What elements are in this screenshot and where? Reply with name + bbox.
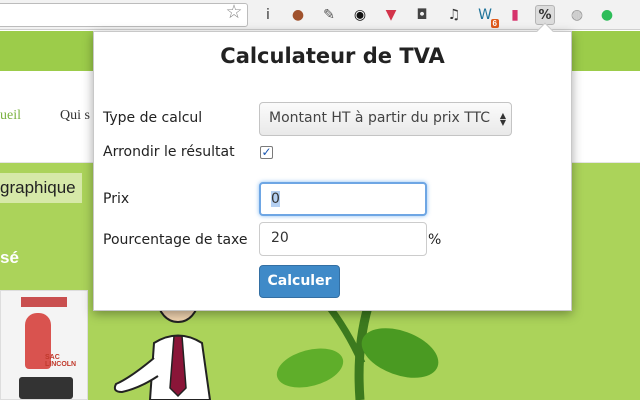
cookie-icon[interactable]: ● (288, 5, 308, 25)
pocket-icon[interactable]: ▼ (381, 5, 401, 25)
globe-icon[interactable]: ◍ (567, 5, 587, 25)
eye-glyph: ◉ (353, 7, 367, 23)
color-picker-icon[interactable]: ✎ (319, 5, 339, 25)
vat-calculator-popup: Calculateur de TVA Type de calcul Montan… (93, 31, 572, 311)
thumbnail-bag (19, 377, 73, 399)
info-glyph: i (266, 7, 270, 23)
nav-link-about[interactable]: Qui s (60, 108, 90, 124)
tax-value: 20 (271, 230, 289, 246)
round-checkbox[interactable]: ✓ (260, 146, 273, 159)
wordpress-icon[interactable]: W6 (475, 5, 499, 28)
notification-badge: 6 (490, 19, 499, 28)
vat-calculator-glyph: % (538, 7, 552, 23)
section-subtitle: sé (0, 248, 19, 267)
thumbnail-banner (21, 297, 67, 307)
evernote-glyph: ● (600, 7, 614, 23)
eye-icon[interactable]: ◉ (350, 5, 370, 25)
product-thumbnail[interactable]: SAC LINCOLN (0, 290, 88, 400)
camera-glyph: ◘ (416, 7, 428, 23)
select-arrows-icon: ▲ ▼ (499, 111, 506, 127)
pocket-glyph: ▼ (385, 7, 397, 23)
checkmark-icon: ✓ (261, 145, 272, 159)
globe-glyph: ◍ (570, 7, 584, 23)
price-input[interactable]: 0 (259, 182, 427, 216)
evernote-icon[interactable]: ● (597, 5, 617, 25)
address-bar[interactable] (0, 3, 248, 27)
section-title: graphique (0, 173, 82, 203)
tax-unit: % (428, 232, 442, 248)
tax-input[interactable]: 20 (259, 222, 427, 256)
calculate-button[interactable]: Calculer (259, 265, 340, 298)
nav-link-home[interactable]: ueil (0, 108, 21, 124)
popup-title: Calculateur de TVA (220, 44, 445, 68)
calc-type-select[interactable]: Montant HT à partir du prix TTC ▲ ▼ (259, 102, 512, 136)
info-icon[interactable]: i (258, 5, 278, 25)
camera-icon[interactable]: ◘ (412, 5, 432, 25)
phone-icon[interactable]: ▮ (505, 5, 525, 25)
thumbnail-caption: SAC LINCOLN (45, 354, 77, 368)
calc-type-label: Type de calcul (103, 110, 203, 126)
price-value: 0 (271, 191, 280, 207)
music-glyph: ♫ (447, 7, 461, 23)
tax-label: Pourcentage de taxe (103, 232, 248, 248)
price-label: Prix (103, 191, 130, 207)
wordpress-glyph: W (478, 7, 492, 23)
phone-glyph: ▮ (511, 7, 519, 23)
music-icon[interactable]: ♫ (444, 5, 464, 25)
cookie-glyph: ● (291, 7, 305, 23)
calc-type-value: Montant HT à partir du prix TTC (269, 110, 491, 126)
bookmark-star-icon[interactable]: ☆ (224, 3, 244, 23)
color-picker-glyph: ✎ (323, 7, 335, 23)
round-label: Arrondir le résultat (103, 144, 235, 160)
